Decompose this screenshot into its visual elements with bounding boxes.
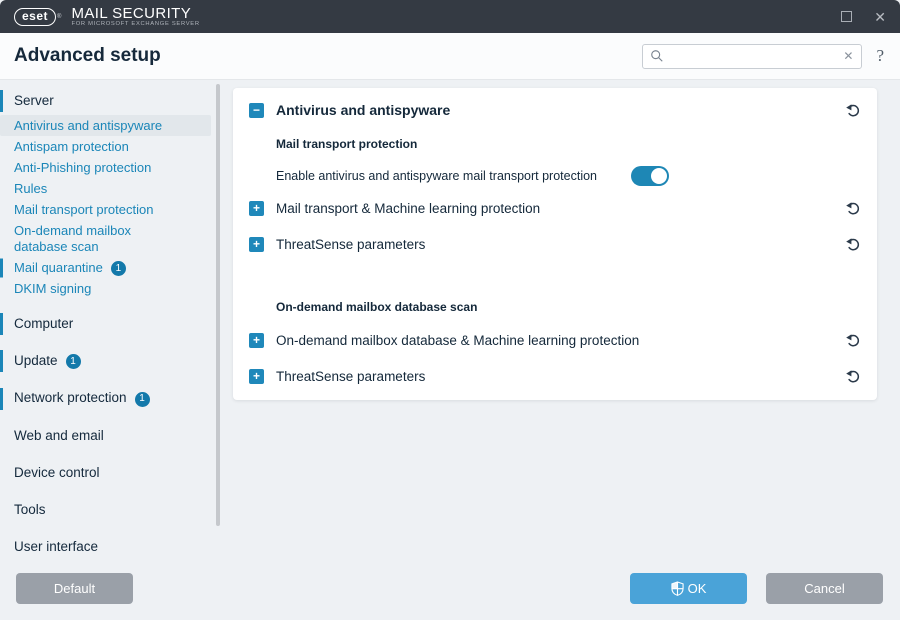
undo-icon: [845, 236, 861, 252]
registered-mark: ®: [57, 14, 61, 20]
undo-icon: [845, 102, 861, 118]
sidebar-item-tools[interactable]: Tools: [0, 492, 225, 529]
sidebar-item-update[interactable]: Update1: [0, 343, 225, 381]
ok-button[interactable]: OK: [630, 573, 747, 604]
sidebar-item-server[interactable]: Server: [0, 86, 225, 115]
row-on-demand-machine-learning[interactable]: + On-demand mailbox database & Machine l…: [233, 328, 877, 352]
row-mail-transport-machine-learning[interactable]: + Mail transport & Machine learning prot…: [233, 196, 877, 220]
toggle-knob: [651, 168, 667, 184]
sidebar-item-on-demand-mailbox-database-scan[interactable]: On-demand mailbox database scan: [0, 220, 225, 257]
undo-icon: [845, 368, 861, 384]
revert-button[interactable]: [845, 332, 861, 348]
section-antivirus-and-antispyware[interactable]: − Antivirus and antispyware: [233, 96, 877, 124]
toggle-row-enable-mail-transport-protection: Enable antivirus and antispyware mail tr…: [233, 166, 877, 186]
revert-button[interactable]: [845, 200, 861, 216]
header: Advanced setup ✕ ?: [0, 33, 900, 80]
revert-button[interactable]: [845, 102, 861, 118]
expand-icon[interactable]: +: [249, 369, 264, 384]
cancel-button[interactable]: Cancel: [766, 573, 883, 604]
sidebar-item-antivirus-and-antispyware[interactable]: Antivirus and antispyware: [0, 115, 211, 136]
modified-marker: [0, 350, 3, 372]
row-threatsense-parameters-2[interactable]: + ThreatSense parameters: [233, 364, 877, 388]
modified-marker: [0, 258, 3, 277]
sidebar-scrollbar[interactable]: [216, 84, 220, 526]
subsection-on-demand-mailbox-database-scan: On-demand mailbox database scan: [233, 300, 877, 314]
modified-marker: [0, 90, 3, 112]
sidebar-item-web-and-email[interactable]: Web and email: [0, 418, 225, 455]
eset-advanced-setup-window: eset ® MAIL SECURITY FOR MICROSOFT EXCHA…: [0, 0, 900, 620]
admin-shield-icon: [671, 581, 684, 596]
enable-protection-toggle[interactable]: [631, 166, 669, 186]
notification-badge: 1: [111, 261, 126, 276]
sidebar: Server Antivirus and antispyware Antispa…: [0, 80, 225, 560]
notification-badge: 1: [135, 392, 150, 407]
row-threatsense-parameters-1[interactable]: + ThreatSense parameters: [233, 232, 877, 256]
sidebar-item-dkim-signing[interactable]: DKIM signing: [0, 279, 225, 300]
settings-panel: − Antivirus and antispyware Mail transpo…: [225, 80, 900, 560]
notification-badge: 1: [66, 354, 81, 369]
settings-card: − Antivirus and antispyware Mail transpo…: [233, 88, 877, 400]
sidebar-item-mail-transport-protection[interactable]: Mail transport protection: [0, 199, 225, 220]
product-title-block: MAIL SECURITY FOR MICROSOFT EXCHANGE SER…: [71, 6, 199, 28]
default-button[interactable]: Default: [16, 573, 133, 604]
search-input[interactable]: [664, 49, 842, 63]
help-icon[interactable]: ?: [876, 46, 884, 66]
undo-icon: [845, 332, 861, 348]
modified-marker: [0, 388, 3, 410]
sidebar-item-mail-quarantine[interactable]: Mail quarantine1: [0, 257, 225, 279]
sidebar-item-rules[interactable]: Rules: [0, 178, 225, 199]
revert-button[interactable]: [845, 368, 861, 384]
search-clear-icon[interactable]: ✕: [842, 49, 854, 63]
subsection-mail-transport-protection: Mail transport protection: [233, 137, 877, 151]
sidebar-item-user-interface[interactable]: User interface: [0, 529, 225, 561]
undo-icon: [845, 200, 861, 216]
maximize-button[interactable]: [841, 11, 852, 22]
search-box: ✕: [642, 44, 862, 69]
sidebar-item-anti-phishing-protection[interactable]: Anti-Phishing protection: [0, 157, 225, 178]
collapse-icon[interactable]: −: [249, 103, 264, 118]
expand-icon[interactable]: +: [249, 237, 264, 252]
expand-icon[interactable]: +: [249, 201, 264, 216]
close-button[interactable]: ✕: [874, 10, 886, 24]
product-name: MAIL SECURITY: [71, 6, 199, 21]
sidebar-item-network-protection[interactable]: Network protection1: [0, 380, 225, 418]
expand-icon[interactable]: +: [249, 333, 264, 348]
footer: Default OK Cancel: [0, 560, 900, 620]
sidebar-item-antispam-protection[interactable]: Antispam protection: [0, 136, 225, 157]
page-title: Advanced setup: [14, 45, 161, 67]
product-subtitle: FOR MICROSOFT EXCHANGE SERVER: [71, 22, 199, 28]
search-icon: [650, 49, 664, 63]
modified-marker: [0, 313, 3, 335]
sidebar-item-device-control[interactable]: Device control: [0, 455, 225, 492]
titlebar: eset ® MAIL SECURITY FOR MICROSOFT EXCHA…: [0, 0, 900, 33]
eset-logo: eset: [14, 8, 56, 26]
revert-button[interactable]: [845, 236, 861, 252]
sidebar-item-computer[interactable]: Computer: [0, 306, 225, 343]
